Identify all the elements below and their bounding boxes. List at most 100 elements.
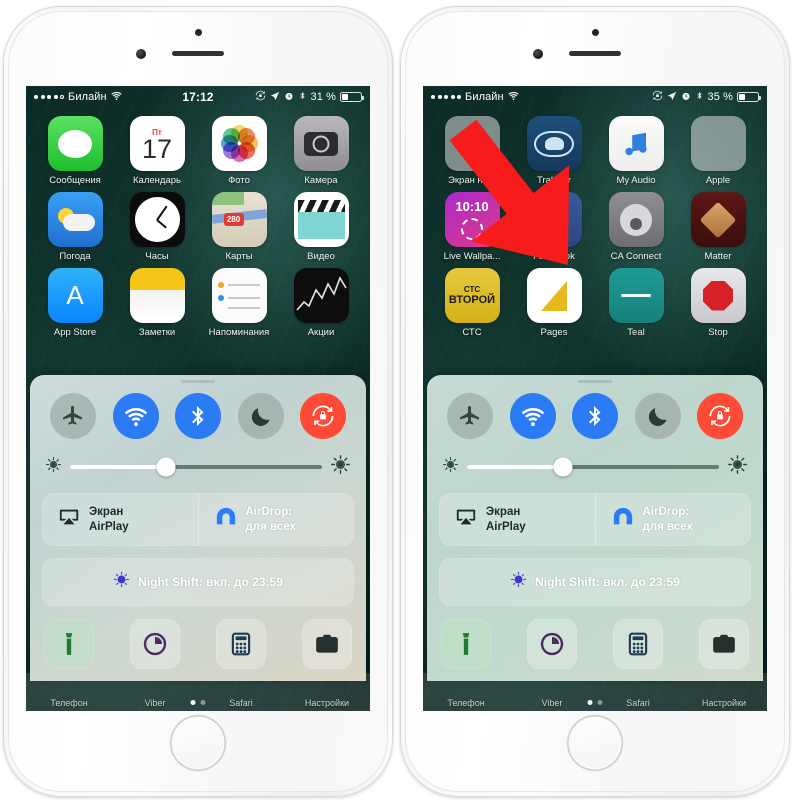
stop-icon[interactable]	[690, 268, 746, 323]
signal-dot	[53, 95, 58, 99]
wifi-toggle[interactable]	[509, 393, 556, 440]
app-label: Камера	[304, 175, 338, 186]
do-not-disturb-toggle[interactable]	[237, 393, 284, 440]
camera-icon[interactable]	[293, 116, 349, 171]
app-label: My Audio	[616, 175, 656, 186]
airdrop-line2: для всех	[245, 520, 296, 533]
clock-icon[interactable]	[129, 192, 185, 247]
control-center-grabber[interactable]	[578, 380, 612, 384]
dock-label[interactable]: Настройки	[291, 698, 363, 708]
app-matter[interactable]: Matter	[682, 192, 754, 262]
app-weather[interactable]: Погода	[39, 192, 111, 262]
airplane-mode-toggle[interactable]	[50, 393, 96, 440]
dock-label[interactable]: Настройки	[688, 698, 760, 708]
page-dot[interactable]	[200, 700, 206, 705]
my-audio-icon[interactable]	[608, 116, 664, 171]
app-folder[interactable]: Экран на...	[436, 116, 508, 186]
control-center-grabber[interactable]	[181, 380, 215, 384]
bluetooth-toggle[interactable]	[175, 393, 221, 440]
brightness-slider[interactable]	[46, 455, 350, 479]
photos-icon[interactable]	[211, 116, 267, 171]
matter-icon[interactable]	[690, 192, 746, 247]
dock-label[interactable]: Viber	[516, 698, 588, 708]
app-stocks[interactable]: Акции	[285, 268, 357, 338]
page-dot[interactable]	[190, 700, 196, 705]
app-notes[interactable]: Заметки	[121, 268, 193, 338]
app-messages[interactable]: Сообщения	[39, 116, 111, 186]
home-button[interactable]	[567, 715, 623, 771]
rotation-lock-toggle[interactable]	[697, 393, 743, 440]
page-dot[interactable]	[587, 700, 593, 705]
rotation-lock-toggle[interactable]	[300, 393, 346, 440]
battery-percent-label: 35 %	[707, 91, 733, 103]
folder-icon[interactable]	[444, 116, 500, 171]
app-live-wallpaper[interactable]: 10:10 Live Wallpa...	[436, 192, 508, 262]
app-video[interactable]: Видео	[285, 192, 357, 262]
app-calendar[interactable]: Пт 17 Календарь	[121, 116, 193, 186]
sts-icon[interactable]: СТС ВТОРОЙ	[444, 268, 500, 323]
app-trakcar[interactable]: TrakCar	[518, 116, 590, 186]
night-shift-button[interactable]: Night Shift: вкл. до 23:59	[439, 558, 751, 606]
brightness-track[interactable]	[467, 457, 719, 477]
status-bar: Билайн 35 %	[423, 86, 767, 108]
app-pages[interactable]: Pages	[518, 268, 590, 338]
airdrop-button[interactable]: AirDrop: для всех	[197, 493, 355, 546]
app-facebook[interactable]: f Facebook	[518, 192, 590, 262]
folder-icon[interactable]	[690, 116, 746, 171]
app-clock[interactable]: Часы	[121, 192, 193, 262]
facebook-icon[interactable]: f	[526, 192, 582, 247]
timer-shortcut[interactable]	[130, 619, 180, 669]
stocks-icon[interactable]	[293, 268, 349, 323]
flashlight-shortcut[interactable]	[441, 619, 491, 669]
app-store-icon[interactable]: A	[47, 268, 103, 323]
calculator-shortcut[interactable]	[613, 619, 663, 669]
flashlight-shortcut[interactable]	[44, 619, 94, 669]
app-ca-connect[interactable]: CA Connect	[600, 192, 672, 262]
airplane-mode-toggle[interactable]	[447, 393, 493, 440]
dock-label[interactable]: Телефон	[33, 698, 105, 708]
messages-icon[interactable]	[47, 116, 103, 171]
proximity-sensor	[592, 29, 599, 36]
trakcar-icon[interactable]	[526, 116, 582, 171]
app-stop[interactable]: Stop	[682, 268, 754, 338]
pages-icon[interactable]	[526, 268, 582, 323]
app-maps[interactable]: 280 Карты	[203, 192, 275, 262]
app-camera[interactable]: Камера	[285, 116, 357, 186]
weather-icon[interactable]	[47, 192, 103, 247]
app-photos[interactable]: Фото	[203, 116, 275, 186]
dock-label[interactable]: Viber	[119, 698, 191, 708]
brightness-track[interactable]	[70, 457, 322, 477]
bluetooth-toggle[interactable]	[572, 393, 618, 440]
night-shift-button[interactable]: Night Shift: вкл. до 23:59	[42, 558, 354, 606]
video-icon[interactable]	[293, 192, 349, 247]
app-app-store[interactable]: A App Store	[39, 268, 111, 338]
calendar-icon[interactable]: Пт 17	[129, 116, 185, 171]
app-my-audio[interactable]: My Audio	[600, 116, 672, 186]
signal-dot	[431, 95, 435, 99]
app-reminders[interactable]: Напоминания	[203, 268, 275, 338]
do-not-disturb-toggle[interactable]	[634, 393, 681, 440]
dock-label[interactable]: Safari	[602, 698, 674, 708]
app-folder[interactable]: Apple	[682, 116, 754, 186]
timer-shortcut[interactable]	[527, 619, 577, 669]
calculator-shortcut[interactable]	[216, 619, 266, 669]
camera-shortcut[interactable]	[302, 619, 352, 669]
home-button[interactable]	[170, 715, 226, 771]
airdrop-button[interactable]: AirDrop: для всех	[594, 493, 752, 546]
camera-shortcut[interactable]	[699, 619, 749, 669]
live-wallpaper-icon[interactable]: 10:10	[444, 192, 500, 247]
dock-label[interactable]: Телефон	[430, 698, 502, 708]
page-dot[interactable]	[597, 700, 603, 705]
app-sts[interactable]: СТС ВТОРОЙ СТС	[436, 268, 508, 338]
app-teal[interactable]: Teal	[600, 268, 672, 338]
brightness-slider[interactable]	[443, 455, 747, 479]
ca-connect-icon[interactable]	[608, 192, 664, 247]
notes-icon[interactable]	[129, 268, 185, 323]
wifi-toggle[interactable]	[112, 393, 159, 440]
reminders-icon[interactable]	[211, 268, 267, 323]
airplay-button[interactable]: Экран AirPlay	[42, 493, 198, 546]
teal-icon[interactable]	[608, 268, 664, 323]
airplay-button[interactable]: Экран AirPlay	[439, 493, 595, 546]
maps-icon[interactable]: 280	[211, 192, 267, 247]
dock-label[interactable]: Safari	[205, 698, 277, 708]
